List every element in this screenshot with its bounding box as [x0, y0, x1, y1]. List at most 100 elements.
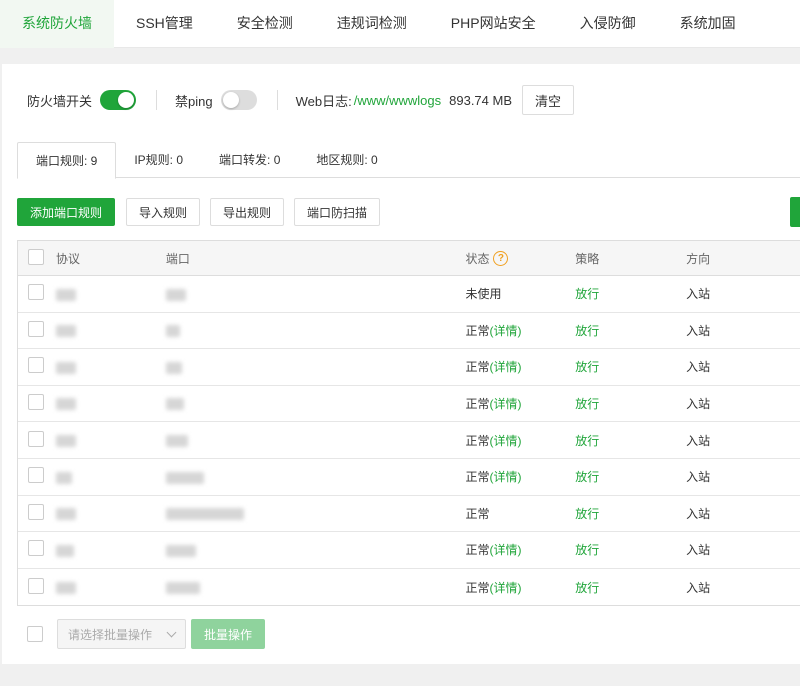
- cut-off-button[interactable]: [790, 197, 800, 227]
- protocol-redacted: [55, 581, 76, 594]
- detail-link[interactable]: (详情): [489, 395, 521, 412]
- row-checkbox[interactable]: [28, 320, 44, 337]
- detail-link[interactable]: (详情): [489, 432, 521, 449]
- row-checkbox[interactable]: [28, 284, 44, 301]
- import-rules-button[interactable]: 导入规则: [126, 198, 201, 226]
- divider: [276, 90, 278, 110]
- row-checkbox[interactable]: [28, 394, 44, 411]
- batch-select-placeholder: 请选择批量操作: [68, 627, 153, 642]
- tab-security-check[interactable]: 安全检测: [215, 0, 315, 48]
- col-port: 端口: [165, 251, 190, 266]
- batch-action-button[interactable]: 批量操作: [191, 619, 266, 649]
- col-policy: 策略: [575, 251, 600, 266]
- direction-text: 入站: [686, 506, 711, 521]
- direction-text: 入站: [686, 580, 711, 595]
- divider: [156, 90, 158, 110]
- row-checkbox[interactable]: [28, 357, 44, 374]
- tab-intrusion[interactable]: 入侵防御: [558, 0, 658, 48]
- col-protocol: 协议: [55, 251, 80, 266]
- tab-hardening[interactable]: 系统加固: [658, 0, 758, 48]
- web-log-size: 893.74 MB: [449, 92, 512, 108]
- direction-text: 入站: [686, 323, 711, 338]
- table-row: 正常 (详情) 放行 入站: [18, 569, 800, 606]
- protocol-redacted: [55, 288, 76, 301]
- tab-port-forward[interactable]: 端口转发: 0: [201, 142, 298, 178]
- protocol-redacted: [55, 508, 76, 521]
- row-checkbox[interactable]: [28, 577, 44, 594]
- detail-link[interactable]: (详情): [489, 541, 521, 558]
- protocol-redacted: [55, 398, 76, 411]
- port-scan-protect-button[interactable]: 端口防扫描: [294, 198, 381, 226]
- firewall-panel: 防火墙开关 禁ping Web日志: /www/wwwlogs 893.74 M…: [2, 64, 800, 664]
- direction-text: 入站: [686, 433, 711, 448]
- port-redacted: [165, 508, 244, 521]
- detail-link[interactable]: (详情): [489, 322, 521, 339]
- add-port-rule-button[interactable]: 添加端口规则: [17, 198, 116, 226]
- direction-text: 入站: [686, 360, 711, 375]
- tab-word-check[interactable]: 违规词检测: [315, 0, 429, 48]
- web-log-label: Web日志:: [295, 93, 352, 109]
- table-row: 正常 放行 入站: [18, 496, 800, 533]
- col-status: 状态: [465, 251, 490, 266]
- ping-toggle[interactable]: [220, 90, 257, 110]
- tab-ip-rules[interactable]: IP规则: 0: [116, 142, 201, 178]
- policy-text: 放行: [575, 323, 600, 338]
- tab-php-security[interactable]: PHP网站安全: [429, 0, 558, 48]
- status-text: 正常: [465, 323, 490, 338]
- port-redacted: [165, 398, 184, 411]
- tab-system-firewall[interactable]: 系统防火墙: [0, 0, 114, 48]
- port-redacted: [165, 471, 204, 484]
- status-text: 正常: [465, 433, 490, 448]
- status-bar: 防火墙开关 禁ping Web日志: /www/wwwlogs 893.74 M…: [27, 85, 575, 115]
- policy-text: 放行: [575, 580, 600, 595]
- direction-text: 入站: [686, 287, 711, 302]
- firewall-toggle[interactable]: [100, 90, 137, 110]
- protocol-redacted: [55, 325, 76, 338]
- table-header: 协议 端口 状态? 策略 方向: [18, 241, 800, 276]
- table-row: 正常 (详情) 放行 入站: [18, 313, 800, 350]
- tab-region-rules[interactable]: 地区规则: 0: [298, 142, 395, 178]
- batch-footer: 请选择批量操作 批量操作: [27, 618, 266, 650]
- policy-text: 放行: [575, 287, 600, 302]
- protocol-redacted: [55, 435, 76, 447]
- port-rules-table: 协议 端口 状态? 策略 方向 未使用 放行 入站 正常 (详情) 放行 入站 正: [17, 240, 800, 607]
- policy-text: 放行: [575, 433, 600, 448]
- detail-link[interactable]: (详情): [489, 468, 521, 485]
- policy-text: 放行: [575, 543, 600, 558]
- row-checkbox[interactable]: [28, 430, 44, 447]
- export-rules-button[interactable]: 导出规则: [210, 198, 285, 226]
- tab-ssh[interactable]: SSH管理: [114, 0, 215, 48]
- tab-port-rules[interactable]: 端口规则: 9: [17, 142, 117, 179]
- status-text: 正常: [465, 360, 490, 375]
- detail-link[interactable]: (详情): [489, 579, 521, 596]
- help-question-icon[interactable]: ?: [493, 250, 509, 266]
- status-text: 正常: [465, 397, 490, 412]
- footer-select-all-checkbox[interactable]: [27, 626, 43, 642]
- port-redacted: [165, 435, 188, 447]
- protocol-redacted: [55, 471, 72, 484]
- direction-text: 入站: [686, 397, 711, 412]
- table-row: 正常 (详情) 放行 入站: [18, 459, 800, 496]
- status-text: 未使用: [465, 287, 502, 302]
- protocol-redacted: [55, 361, 76, 374]
- row-checkbox[interactable]: [28, 467, 44, 484]
- table-row: 正常 (详情) 放行 入站: [18, 422, 800, 459]
- batch-action-select[interactable]: 请选择批量操作: [57, 619, 186, 649]
- table-row: 正常 (详情) 放行 入站: [18, 349, 800, 386]
- clear-log-button[interactable]: 清空: [522, 85, 575, 115]
- row-checkbox[interactable]: [28, 503, 44, 520]
- policy-text: 放行: [575, 470, 600, 485]
- table-row: 正常 (详情) 放行 入站: [18, 532, 800, 569]
- table-row: 正常 (详情) 放行 入站: [18, 386, 800, 423]
- direction-text: 入站: [686, 543, 711, 558]
- web-log-path-link[interactable]: /www/wwwlogs: [354, 93, 441, 108]
- ping-switch-label: 禁ping: [175, 93, 213, 109]
- detail-link[interactable]: (详情): [489, 358, 521, 375]
- toggle-knob: [118, 92, 135, 108]
- select-all-checkbox[interactable]: [28, 248, 44, 265]
- toolbar: 添加端口规则 导入规则 导出规则 端口防扫描: [17, 198, 390, 228]
- policy-text: 放行: [575, 506, 600, 521]
- port-redacted: [165, 544, 196, 557]
- row-checkbox[interactable]: [28, 540, 44, 557]
- port-redacted: [165, 288, 186, 301]
